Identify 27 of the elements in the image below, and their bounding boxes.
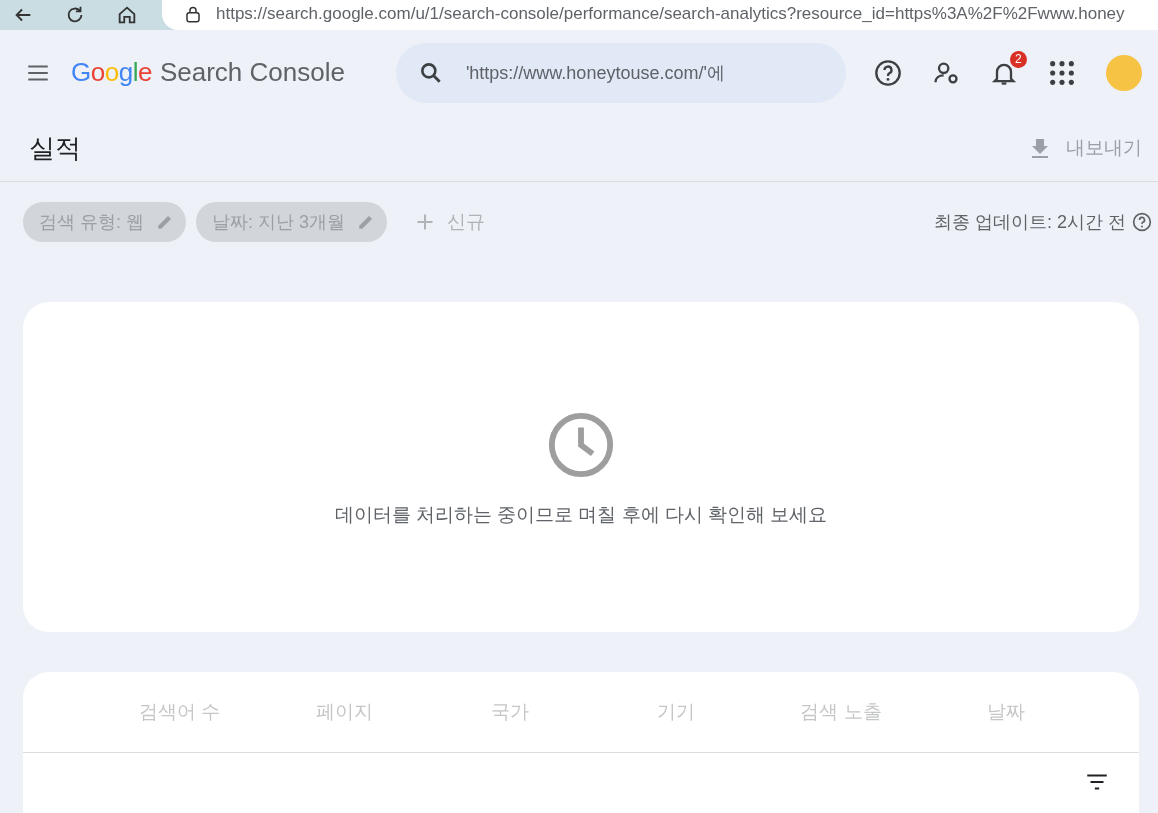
page-title: 실적: [29, 131, 81, 165]
filter-chip[interactable]: 검색 유형: 웹: [23, 202, 186, 242]
apps-icon[interactable]: [1047, 58, 1076, 87]
clock-icon: [546, 410, 616, 480]
edit-icon: [156, 213, 174, 231]
plus-icon: [415, 212, 436, 232]
tab[interactable]: 페이지: [262, 672, 428, 752]
tab[interactable]: 국가: [427, 672, 593, 752]
filter-chip[interactable]: 날짜: 지난 3개월: [196, 202, 388, 242]
new-filter-button[interactable]: 신규: [409, 208, 492, 236]
export-button[interactable]: 내보내기: [1022, 134, 1148, 162]
address-bar[interactable]: https://search.google.com/u/1/search-console/performance/search-analytics?resource_id=https%3A%2F%2Fwww.honey: [162, 0, 1158, 30]
tab[interactable]: 날짜: [923, 672, 1089, 752]
search-field[interactable]: 'https://www.honeytouse.com/'에: [395, 42, 846, 103]
lock-icon: [184, 6, 202, 24]
notification-badge: 2: [1009, 50, 1027, 68]
product-name: Search Console: [159, 57, 345, 88]
processing-message: 데이터를 처리하는 중이므로 며칠 후에 다시 확인해 보세요: [334, 503, 828, 527]
help-icon[interactable]: [873, 58, 902, 87]
home-icon[interactable]: [116, 4, 138, 26]
tab[interactable]: 검색 노출: [758, 672, 924, 752]
tab[interactable]: 기기: [593, 672, 759, 752]
last-updated-text: 최종 업데이트: 2시간 전: [934, 211, 1126, 234]
url-text: https://search.google.com/u/1/search-console/performance/search-analytics?resource_id=https%3A%2F%2Fwww.honey: [216, 4, 1125, 25]
help-icon[interactable]: [1132, 212, 1152, 232]
tab[interactable]: 검색어 수: [97, 672, 263, 752]
logo-text: Google: [71, 57, 152, 88]
